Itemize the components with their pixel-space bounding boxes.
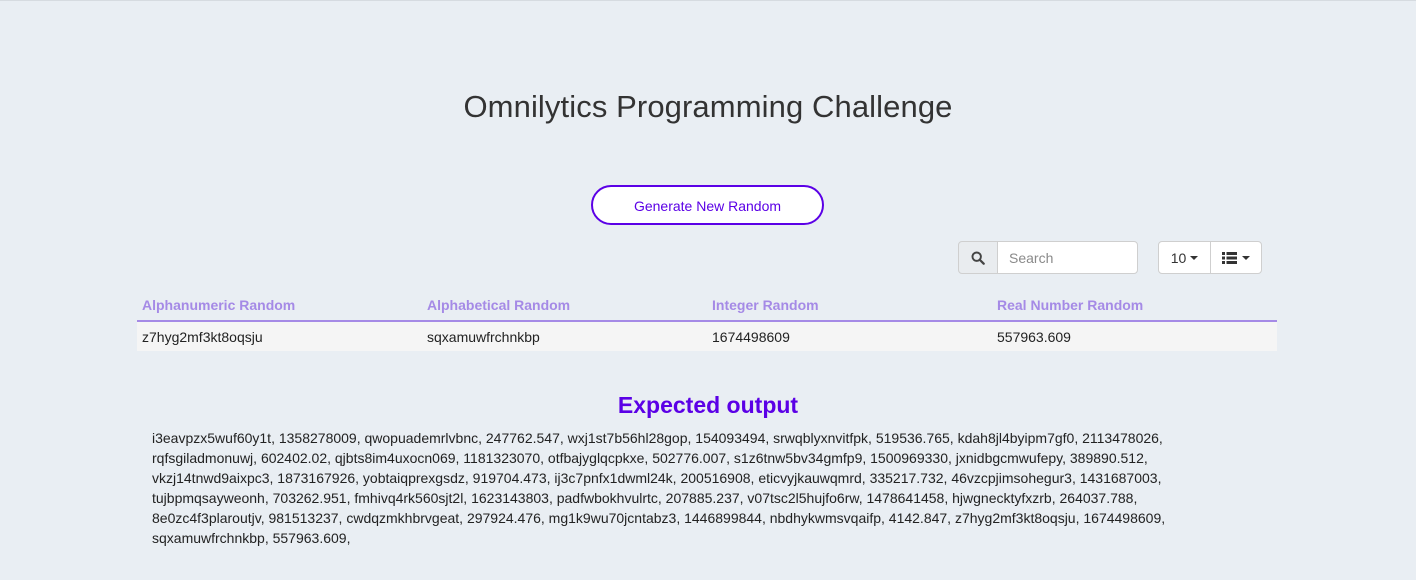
page-size-dropdown[interactable]: 10 bbox=[1158, 241, 1211, 274]
columns-toggle-dropdown[interactable] bbox=[1210, 241, 1262, 274]
expected-output-line: vkzj14tnwd9aixpc3, 1873167926, yobtaiqpr… bbox=[152, 470, 1162, 486]
table-header-row: Alphanumeric Random Alphabetical Random … bbox=[137, 289, 1277, 322]
page: Omnilytics Programming Challenge Generat… bbox=[0, 0, 1416, 580]
caret-down-icon bbox=[1190, 255, 1199, 260]
column-header-alphanumeric[interactable]: Alphanumeric Random bbox=[137, 289, 422, 322]
expected-output-heading: Expected output bbox=[617, 392, 799, 418]
column-header-alphabetical[interactable]: Alphabetical Random bbox=[422, 289, 707, 322]
table-cell: 1674498609 bbox=[707, 321, 992, 351]
expected-output-line: sqxamuwfrchnkbp, 557963.609, bbox=[152, 530, 351, 546]
random-data-table: Alphanumeric Random Alphabetical Random … bbox=[137, 289, 1277, 351]
expected-output-text: i3eavpzx5wuf60y1t, 1358278009, qwopuadem… bbox=[152, 428, 1192, 548]
page-size-value: 10 bbox=[1170, 249, 1187, 266]
search-input[interactable] bbox=[997, 241, 1138, 274]
list-icon bbox=[1222, 251, 1237, 264]
column-header-real-number[interactable]: Real Number Random bbox=[992, 289, 1277, 322]
expected-output-line: i3eavpzx5wuf60y1t, 1358278009, qwopuadem… bbox=[152, 430, 1163, 446]
column-header-integer[interactable]: Integer Random bbox=[707, 289, 992, 322]
page-title: Omnilytics Programming Challenge bbox=[463, 89, 953, 124]
search-button[interactable] bbox=[958, 241, 998, 274]
table-cell: 557963.609 bbox=[992, 321, 1277, 351]
caret-down-icon bbox=[1242, 255, 1250, 260]
table-row: z7hyg2mf3kt8oqsju sqxamuwfrchnkbp 167449… bbox=[137, 321, 1277, 351]
generate-new-random-button[interactable]: Generate New Random bbox=[591, 185, 824, 225]
search-icon bbox=[971, 251, 985, 265]
table-cell: z7hyg2mf3kt8oqsju bbox=[137, 321, 422, 351]
expected-output-line: rqfsgiladmonuwj, 602402.02, qjbts8im4uxo… bbox=[152, 450, 1148, 466]
expected-output-line: 8e0zc4f3plaroutjv, 981513237, cwdqzmkhbr… bbox=[152, 510, 1166, 526]
expected-output-line: tujbpmqsayweonh, 703262.951, fmhivq4rk56… bbox=[152, 490, 1138, 506]
table-cell: sqxamuwfrchnkbp bbox=[422, 321, 707, 351]
